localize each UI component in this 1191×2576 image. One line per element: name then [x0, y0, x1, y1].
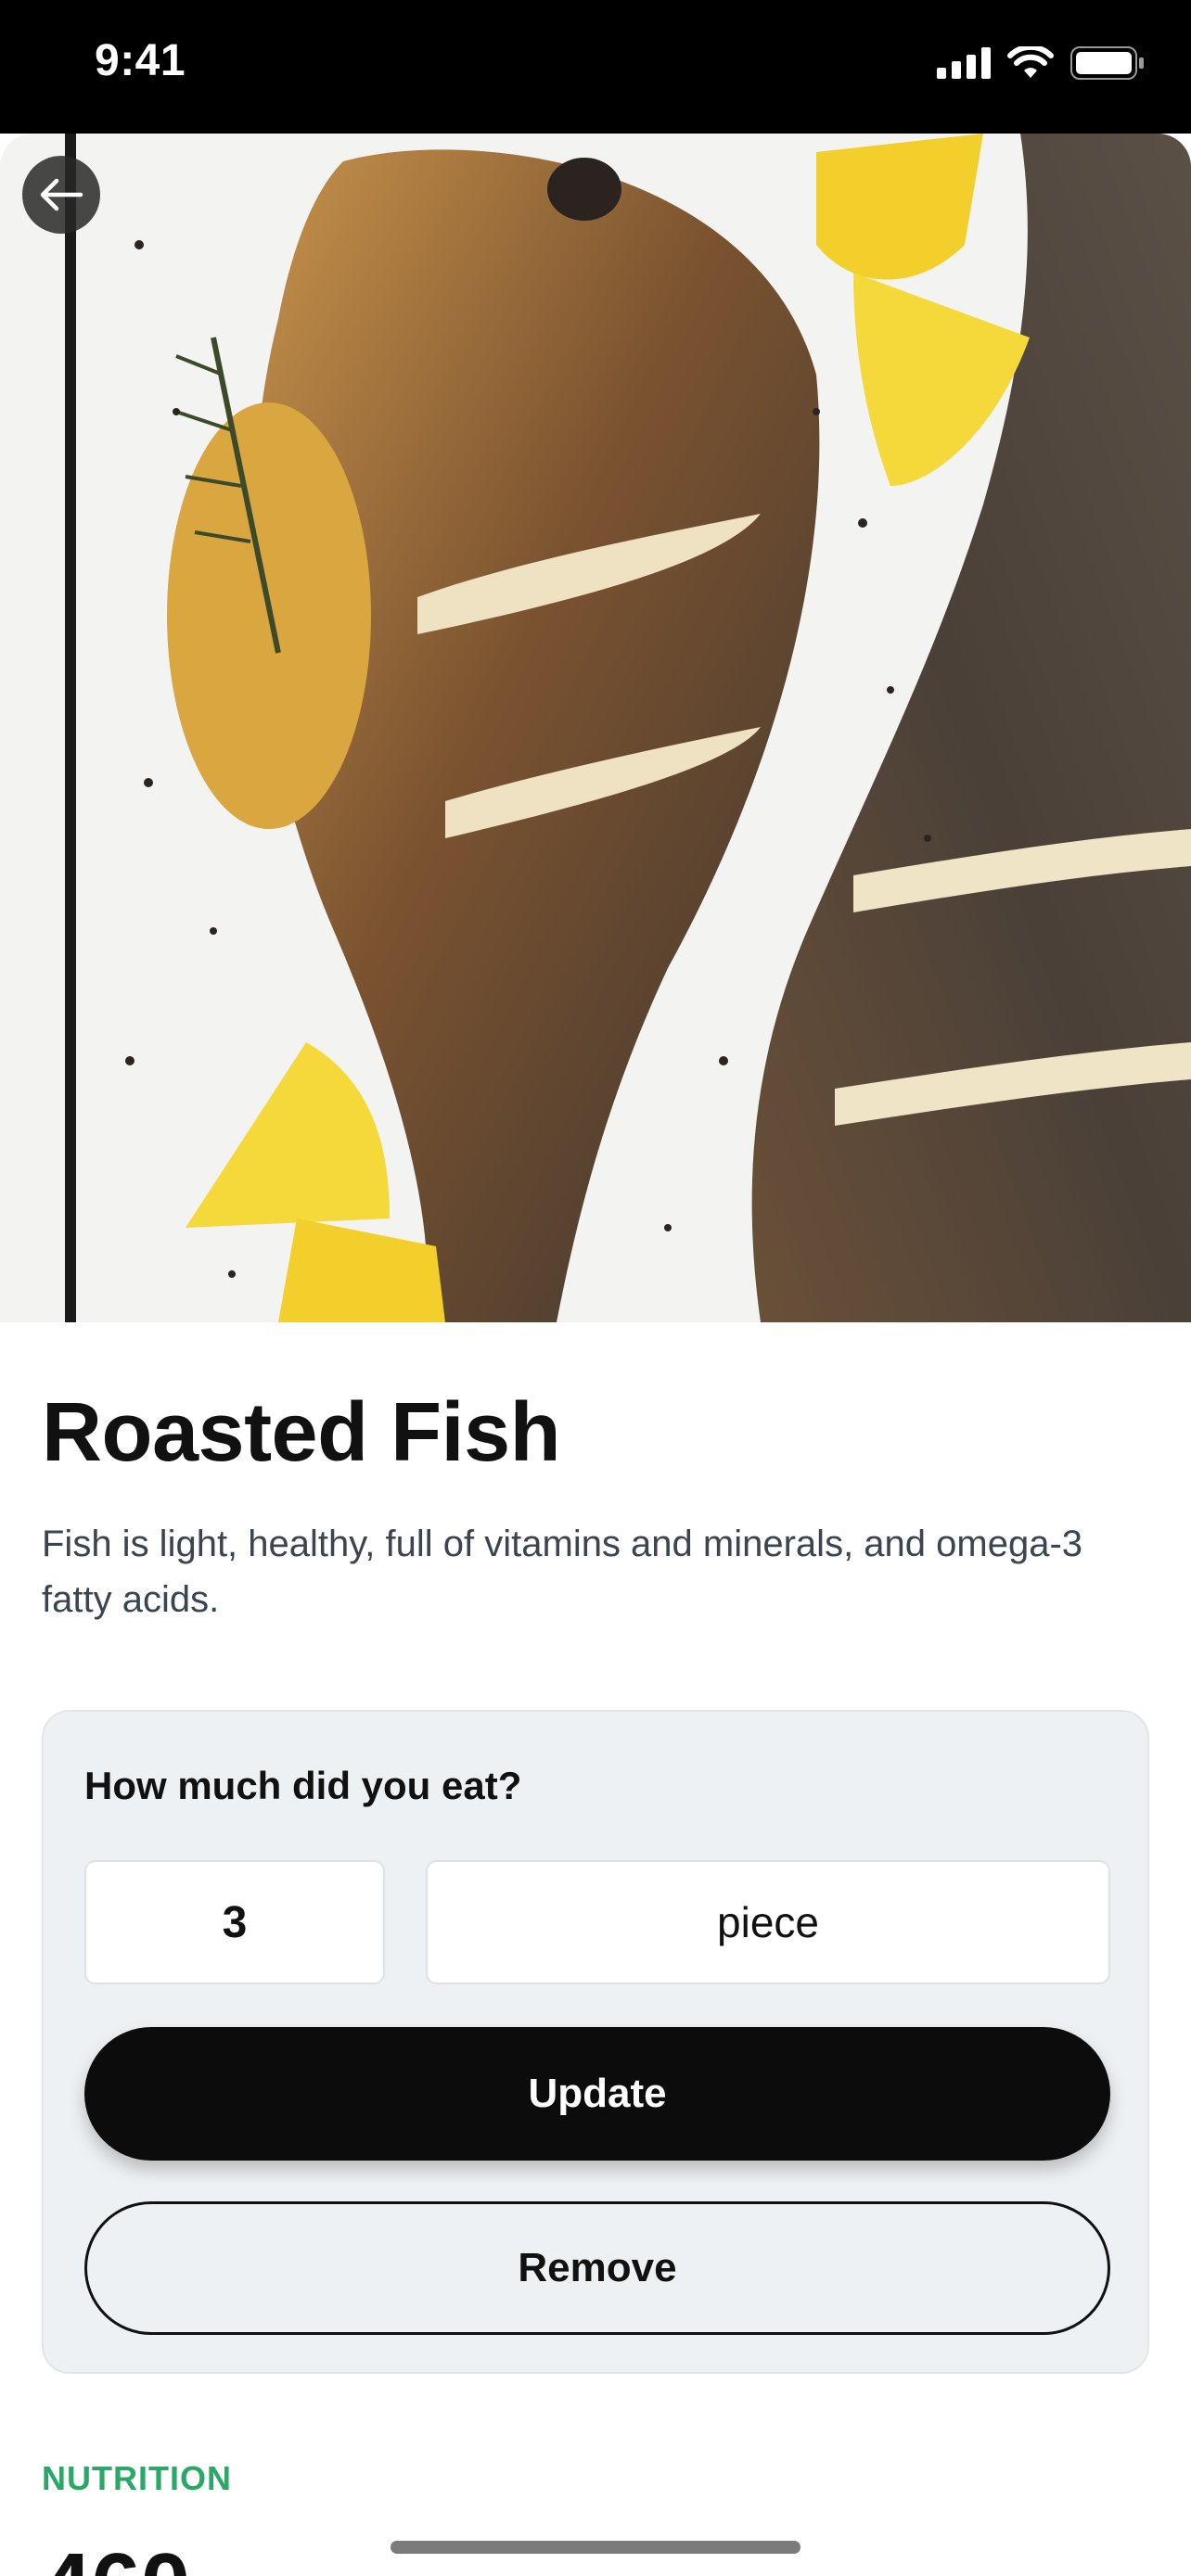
home-indicator[interactable] — [391, 2541, 800, 2554]
fish-illustration — [0, 134, 1191, 1322]
unit-select[interactable]: piece — [426, 1860, 1110, 1984]
portion-question: How much did you eat? — [84, 1764, 522, 1807]
status-icons — [937, 46, 1145, 80]
signal-icon — [937, 47, 991, 79]
food-info: Roasted Fish Fish is light, healthy, ful… — [42, 1322, 1149, 1627]
remove-button[interactable]: Remove — [84, 2201, 1110, 2335]
portion-card: How much did you eat? 3 piece Update Rem… — [42, 1710, 1149, 2374]
calories-value: 460 — [42, 2541, 190, 2576]
food-title: Roasted Fish — [42, 1386, 561, 1479]
back-arrow-icon — [40, 178, 83, 211]
food-description: Fish is light, healthy, full of vitamins… — [42, 1524, 1083, 1620]
nutrition-section-label: NUTRITION — [42, 2459, 232, 2497]
quantity-input[interactable]: 3 — [84, 1860, 385, 1984]
battery-icon — [1070, 46, 1144, 80]
status-bar: 9:41 — [0, 0, 1191, 134]
back-button[interactable] — [22, 156, 100, 234]
wifi-icon — [1007, 46, 1054, 78]
update-button[interactable]: Update — [84, 2027, 1110, 2161]
hero-food-image — [0, 134, 1191, 1322]
status-time: 9:41 — [95, 36, 186, 85]
